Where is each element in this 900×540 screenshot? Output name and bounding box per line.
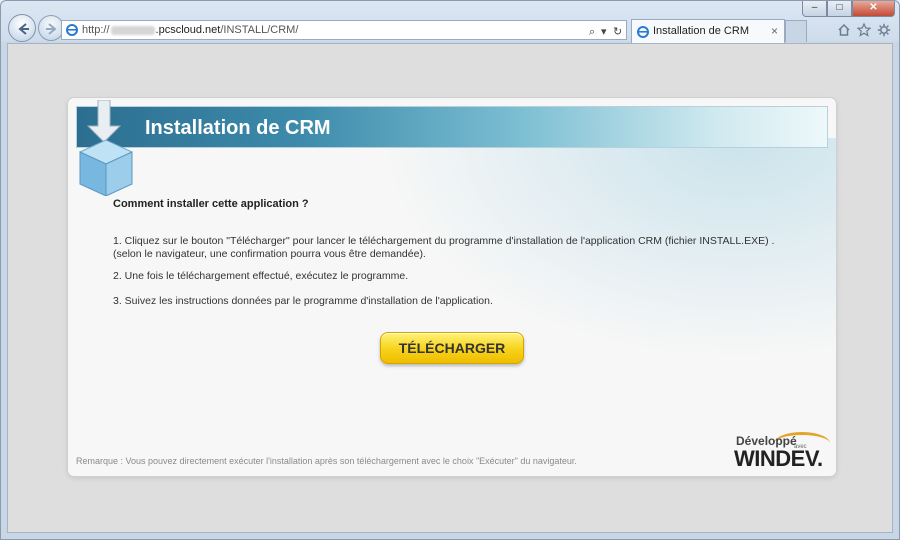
tab-title: Installation de CRM (653, 25, 749, 37)
page-title: Installation de CRM (145, 117, 331, 139)
browser-window: http://.pcscloud.net/INSTALL/CRM/ ⌕ ▾ ↻ … (0, 0, 900, 540)
step-1-note: (selon le navigateur, une confirmation p… (113, 248, 426, 260)
back-button[interactable] (8, 14, 36, 42)
remark-text: Remarque : Vous pouvez directement exécu… (76, 456, 577, 466)
dropdown-chevron-icon[interactable]: ▾ (601, 23, 607, 41)
refresh-icon[interactable]: ↻ (613, 23, 622, 41)
ie-page-icon (66, 24, 78, 36)
step-1: 1. Cliquez sur le bouton "Télécharger" p… (113, 235, 813, 261)
install-panel: Installation de CRM Comment installer ce… (68, 98, 836, 476)
ie-tab-icon (637, 26, 649, 38)
search-icon[interactable]: ⌕ (589, 23, 595, 41)
step-2: 2. Une fois le téléchargement effectué, … (113, 270, 409, 282)
maximize-button[interactable]: □ (827, 1, 852, 17)
close-button[interactable]: ✕ (852, 1, 895, 17)
favorites-star-icon[interactable] (856, 22, 872, 37)
address-bar[interactable]: http://.pcscloud.net/INSTALL/CRM/ ⌕ ▾ ↻ (61, 20, 627, 40)
tab-installation-crm[interactable]: Installation de CRM × (631, 19, 785, 43)
logo-brand: WINDEV. (734, 446, 823, 471)
browser-tool-icons (837, 22, 891, 37)
tab-close-icon[interactable]: × (771, 24, 778, 38)
step-3: 3. Suivez les instructions données par l… (113, 295, 493, 307)
browser-toolbar: http://.pcscloud.net/INSTALL/CRM/ ⌕ ▾ ↻ … (1, 1, 899, 43)
install-question: Comment installer cette application ? (113, 198, 309, 210)
download-box-icon (78, 100, 134, 196)
page-viewport: Installation de CRM Comment installer ce… (7, 43, 893, 533)
back-arrow-icon (18, 23, 29, 35)
step-1-text: 1. Cliquez sur le bouton "Télécharger" p… (113, 235, 775, 247)
new-tab-button[interactable] (785, 20, 807, 42)
header-banner: Installation de CRM (76, 106, 828, 148)
windev-logo: Développé avec WINDEV. (732, 432, 830, 474)
minimize-button[interactable]: – (802, 1, 827, 17)
download-button[interactable]: TÉLÉCHARGER (380, 332, 524, 364)
settings-gear-icon[interactable] (877, 23, 891, 37)
home-icon[interactable] (837, 23, 851, 37)
window-controls: – □ ✕ (802, 1, 895, 17)
url-text: http://.pcscloud.net/INSTALL/CRM/ (82, 24, 299, 36)
